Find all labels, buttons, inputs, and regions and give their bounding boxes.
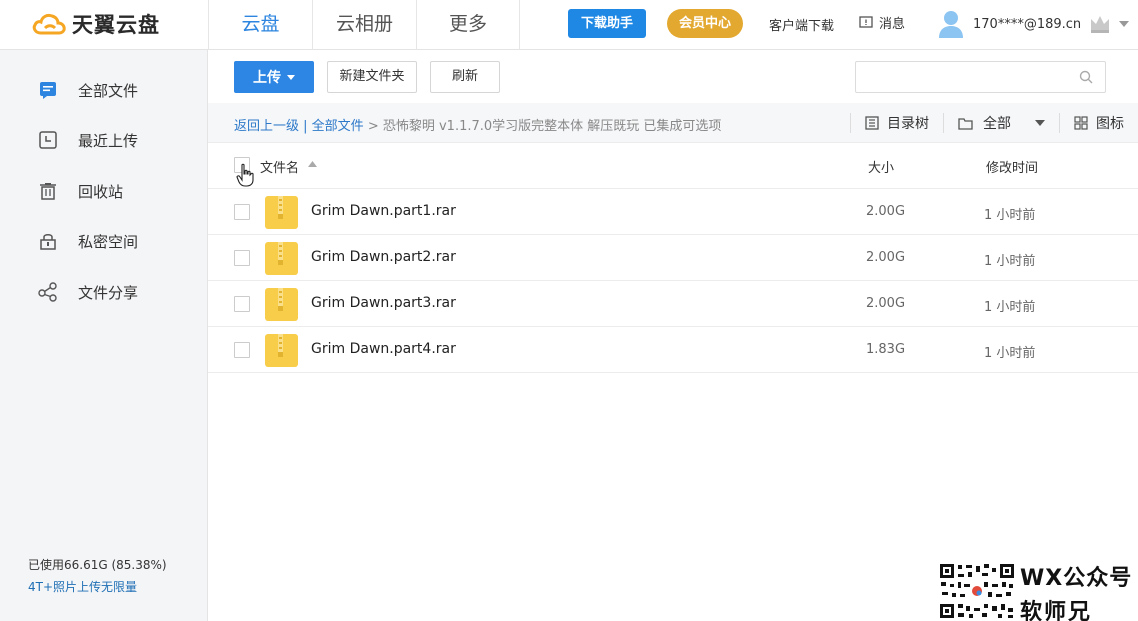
logo-text: 天翼云盘 xyxy=(72,13,160,37)
icon-view-label: 图标 xyxy=(1096,116,1124,132)
view-options: 目录树 全部 图标 xyxy=(850,103,1138,143)
new-folder-button[interactable]: 新建文件夹 xyxy=(327,61,417,93)
messages-label: 消息 xyxy=(879,17,906,32)
share-icon xyxy=(38,282,58,302)
breadcrumb-divider: | xyxy=(299,119,312,134)
table-row[interactable]: Grim Dawn.part2.rar 2.00G 1 小时前 xyxy=(208,235,1138,281)
sidebar-item-recycle-bin[interactable]: 回收站 xyxy=(38,179,123,203)
sidebar-item-all-files[interactable]: 全部文件 xyxy=(38,78,138,102)
file-size: 2.00G xyxy=(866,204,906,219)
file-time: 1 小时前 xyxy=(984,300,1036,315)
sidebar-item-label: 全部文件 xyxy=(78,81,139,100)
nav-cloud-disk[interactable]: 云盘 xyxy=(208,0,312,50)
file-time: 1 小时前 xyxy=(984,346,1036,361)
nav-cloud-album[interactable]: 云相册 xyxy=(312,0,416,50)
sidebar-item-label: 文件分享 xyxy=(78,283,139,302)
table-header: 文件名 大小 修改时间 xyxy=(208,143,1138,189)
watermark-line-1: WX公众号 xyxy=(1020,566,1133,591)
watermark-line-2: 软师兄 xyxy=(1020,600,1093,621)
folder-icon xyxy=(958,117,973,130)
search-box xyxy=(855,61,1106,93)
col-modified-time[interactable]: 修改时间 xyxy=(986,157,1038,176)
sidebar-item-file-share[interactable]: 文件分享 xyxy=(38,280,138,304)
filter-label: 全部 xyxy=(983,116,1011,132)
trash-icon xyxy=(38,181,58,201)
top-header: 天翼云盘 云盘 云相册 更多 下载助手 会员中心 客户端下载 消息 170***… xyxy=(0,0,1138,50)
file-time: 1 小时前 xyxy=(984,208,1036,223)
sort-up-icon[interactable] xyxy=(308,161,317,167)
icon-view-button[interactable]: 图标 xyxy=(1059,113,1138,133)
col-filename[interactable]: 文件名 xyxy=(260,157,299,176)
file-size: 2.00G xyxy=(866,250,906,265)
upgrade-link[interactable]: 4T+照片上传无限量 xyxy=(28,578,137,595)
hand-cursor-icon xyxy=(236,163,254,187)
file-time: 1 小时前 xyxy=(984,254,1036,269)
upload-button[interactable]: 上传 xyxy=(234,61,314,93)
refresh-button[interactable]: 刷新 xyxy=(430,61,500,93)
rar-file-icon xyxy=(265,334,298,367)
tree-icon xyxy=(865,116,879,130)
file-size: 2.00G xyxy=(866,296,906,311)
toolbar: 上传 新建文件夹 刷新 xyxy=(208,50,1138,103)
file-size: 1.83G xyxy=(866,342,906,357)
messages-link[interactable]: 消息 xyxy=(859,13,905,32)
storage-usage: 已使用66.61G (85.38%) xyxy=(28,558,167,572)
search-input[interactable] xyxy=(864,62,1074,92)
breadcrumb: 返回上一级 | 全部文件 > 恐怖黎明 v1.1.7.0学习版完整本体 解压既玩… xyxy=(234,115,721,134)
rar-file-icon xyxy=(265,196,298,229)
sidebar: 全部文件 最近上传 回收站 私密空间 文件分享 已使用66.61G (85.38… xyxy=(0,50,208,621)
cloud-logo-icon xyxy=(32,13,66,35)
breadcrumb-current: 恐怖黎明 v1.1.7.0学习版完整本体 解压既玩 已集成可选项 xyxy=(382,119,722,134)
user-account: 170****@189.cn xyxy=(973,16,1082,32)
sidebar-item-private-space[interactable]: 私密空间 xyxy=(38,229,138,253)
clock-icon xyxy=(38,130,58,150)
back-link[interactable]: 返回上一级 xyxy=(234,119,299,134)
avatar-icon xyxy=(939,11,963,38)
row-checkbox[interactable] xyxy=(234,204,250,220)
watermark: WX公众号 软师兄 xyxy=(936,560,1138,621)
breadcrumb-root[interactable]: 全部文件 xyxy=(312,119,364,134)
chevron-down-icon xyxy=(1035,120,1045,126)
sidebar-item-recent-uploads[interactable]: 最近上传 xyxy=(38,128,138,152)
tree-label: 目录树 xyxy=(887,116,929,132)
file-name[interactable]: Grim Dawn.part2.rar xyxy=(311,249,456,265)
directory-tree-button[interactable]: 目录树 xyxy=(850,113,943,133)
file-name[interactable]: Grim Dawn.part4.rar xyxy=(311,341,456,357)
rar-file-icon xyxy=(265,242,298,275)
breadcrumb-bar: 返回上一级 | 全部文件 > 恐怖黎明 v1.1.7.0学习版完整本体 解压既玩… xyxy=(208,103,1138,143)
vip-center-button[interactable]: 会员中心 xyxy=(667,9,743,38)
lock-icon xyxy=(38,231,58,251)
sidebar-item-label: 回收站 xyxy=(78,182,124,201)
chevron-down-icon xyxy=(287,74,295,80)
search-icon[interactable] xyxy=(1079,70,1093,84)
table-row[interactable]: Grim Dawn.part1.rar 2.00G 1 小时前 xyxy=(208,189,1138,235)
file-name[interactable]: Grim Dawn.part1.rar xyxy=(311,203,456,219)
row-checkbox[interactable] xyxy=(234,296,250,312)
grid-icon xyxy=(1074,116,1088,130)
rar-file-icon xyxy=(265,288,298,321)
filter-dropdown[interactable]: 全部 xyxy=(943,113,1059,133)
chevron-down-icon xyxy=(1119,21,1130,27)
row-checkbox[interactable] xyxy=(234,342,250,358)
breadcrumb-arrow: > xyxy=(363,119,383,134)
upload-label: 上传 xyxy=(253,70,281,86)
logo[interactable]: 天翼云盘 xyxy=(32,10,160,38)
file-name[interactable]: Grim Dawn.part3.rar xyxy=(311,295,456,311)
message-icon xyxy=(859,15,873,28)
download-helper-button[interactable]: 下载助手 xyxy=(568,9,646,38)
row-checkbox[interactable] xyxy=(234,250,250,266)
client-download-link[interactable]: 客户端下载 xyxy=(769,15,834,34)
table-row[interactable]: Grim Dawn.part3.rar 2.00G 1 小时前 xyxy=(208,281,1138,327)
qr-code-icon xyxy=(938,562,1016,620)
crown-icon xyxy=(1091,16,1110,33)
table-row[interactable]: Grim Dawn.part4.rar 1.83G 1 小时前 xyxy=(208,327,1138,373)
user-menu[interactable]: 170****@189.cn xyxy=(937,8,1130,40)
sidebar-item-label: 最近上传 xyxy=(78,131,139,150)
sidebar-item-label: 私密空间 xyxy=(78,232,139,251)
main-nav: 云盘 云相册 更多 xyxy=(208,0,520,50)
nav-more[interactable]: 更多 xyxy=(416,0,520,50)
col-size[interactable]: 大小 xyxy=(868,157,894,176)
all-files-icon xyxy=(38,80,58,100)
